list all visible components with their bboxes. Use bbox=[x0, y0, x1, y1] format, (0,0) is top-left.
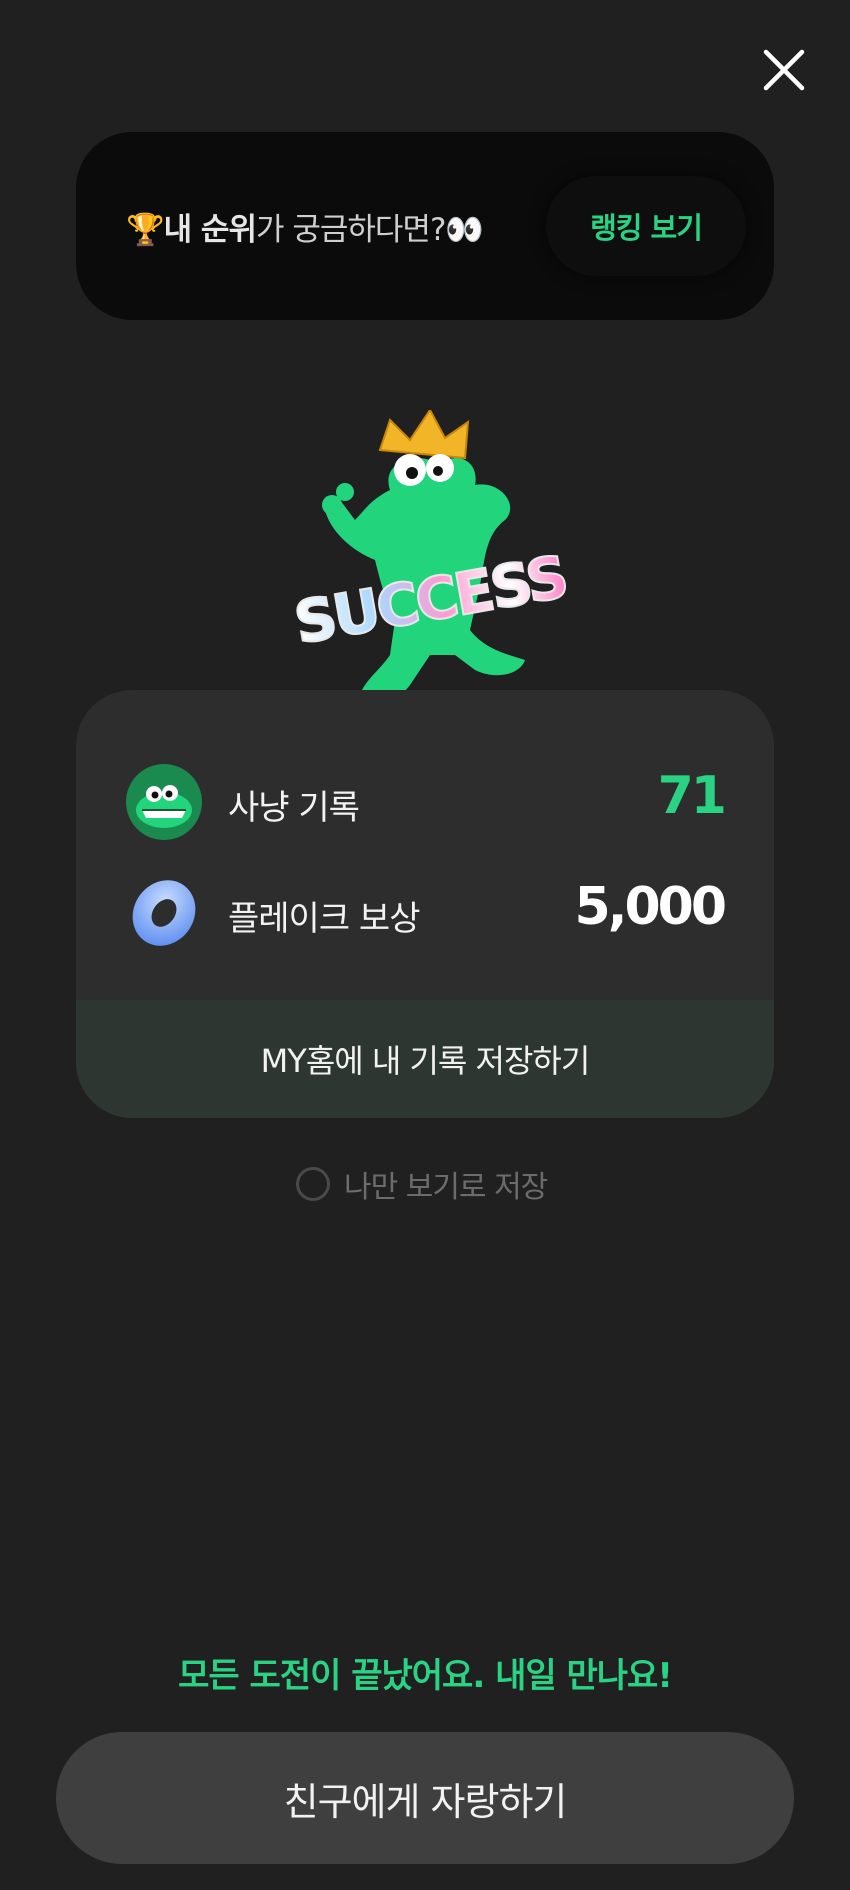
flake-reward-value: 5,000 bbox=[574, 877, 727, 937]
flake-reward-row: 플레이크 보상 5,000 bbox=[126, 873, 727, 953]
private-radio-button[interactable] bbox=[296, 1167, 330, 1201]
close-icon bbox=[763, 49, 805, 91]
save-private-option[interactable]: 나만 보기로 저장 bbox=[296, 1164, 548, 1205]
hunt-record-value: 71 bbox=[657, 766, 727, 826]
flake-ring-icon bbox=[132, 880, 196, 946]
success-result-screen: 🏆내 순위가 궁금하다면?👀 랭킹 보기 SUCCESS 사냥 기록 71 플레… bbox=[0, 0, 850, 1890]
save-private-label: 나만 보기로 저장 bbox=[344, 1170, 548, 1205]
success-dino-icon: SUCCESS bbox=[288, 410, 572, 704]
challenge-ended-message: 모든 도전이 끝났어요. 내일 만나요! bbox=[178, 1656, 673, 1696]
ranking-prompt-rest: 가 궁금하다면? bbox=[255, 212, 446, 248]
ranking-prompt-text: 🏆내 순위가 궁금하다면?👀 bbox=[126, 204, 484, 249]
hunt-record-label: 사냥 기록 bbox=[228, 788, 360, 828]
hunt-record-row: 사냥 기록 71 bbox=[126, 762, 727, 842]
result-card: 사냥 기록 71 플레이크 보상 5,000 MY홈에 내 기록 저장하기 bbox=[76, 690, 774, 1118]
close-button[interactable] bbox=[754, 40, 814, 100]
eyes-icon: 👀 bbox=[445, 212, 484, 248]
ranking-banner: 🏆내 순위가 궁금하다면?👀 랭킹 보기 bbox=[76, 132, 774, 320]
my-rank-highlight: 내 순위 bbox=[163, 212, 257, 248]
trophy-icon: 🏆 bbox=[126, 212, 165, 248]
share-with-friends-button[interactable]: 친구에게 자랑하기 bbox=[56, 1732, 794, 1864]
save-to-my-home-button[interactable]: MY홈에 내 기록 저장하기 bbox=[76, 1000, 774, 1118]
dino-avatar-icon bbox=[126, 764, 202, 840]
flake-reward-label: 플레이크 보상 bbox=[228, 899, 420, 939]
view-ranking-button[interactable]: 랭킹 보기 bbox=[546, 176, 746, 276]
